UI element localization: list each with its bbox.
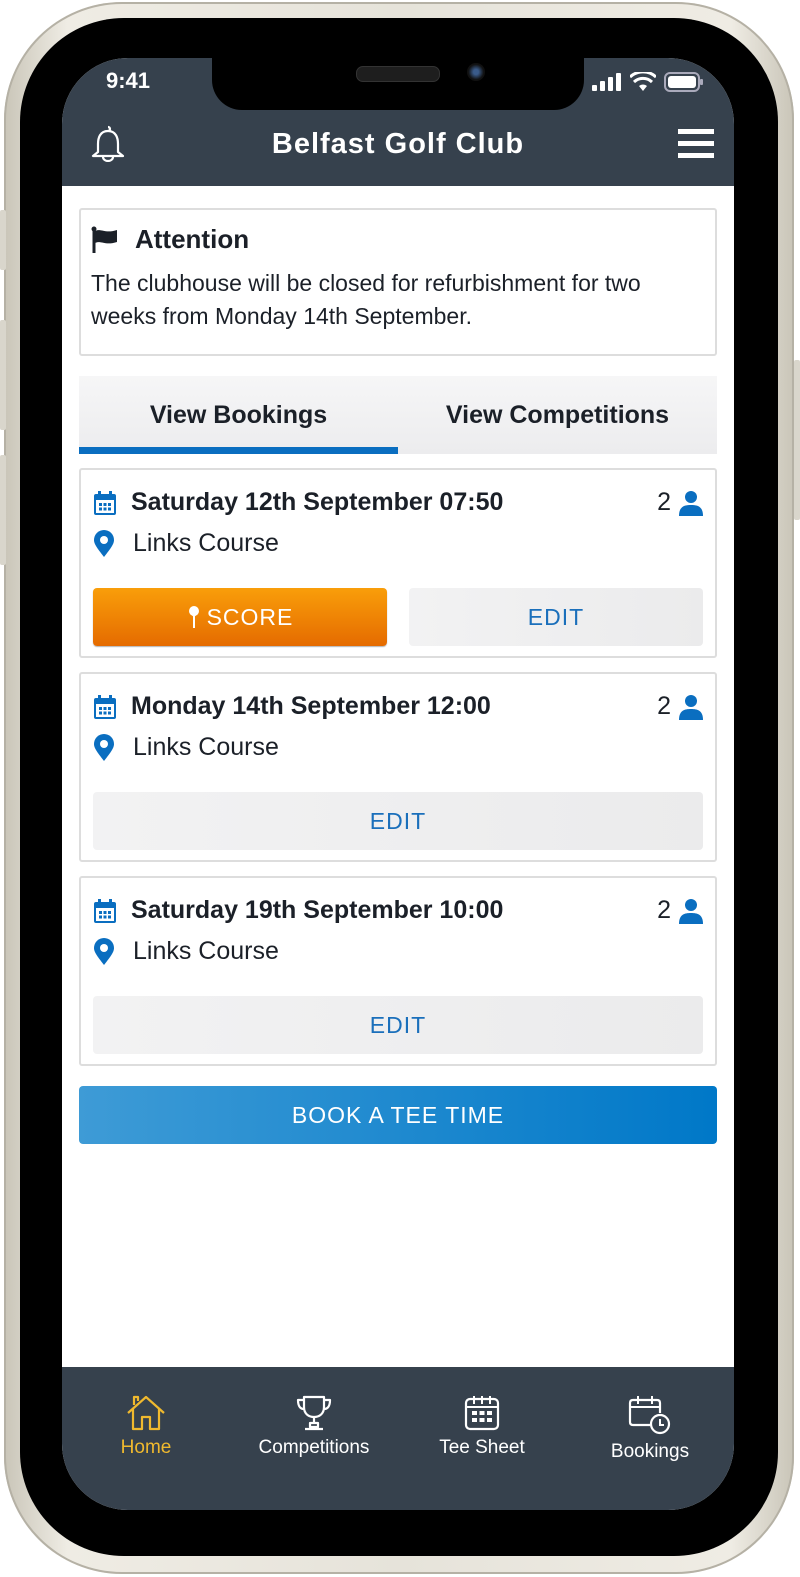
tabbar-item-bookings[interactable]: Bookings: [566, 1395, 734, 1510]
score-label: SCORE: [206, 603, 294, 630]
bottom-tab-bar: Home Competitions Tee Sheet Bookings: [62, 1367, 734, 1510]
tabbar-label: Home: [120, 1437, 172, 1458]
calendar-clock-icon: [628, 1396, 671, 1435]
booking-card: Saturday 19th September 10:00 2 Links Co…: [79, 876, 717, 1066]
booking-course: Links Course: [133, 937, 279, 965]
front-camera: [467, 63, 485, 81]
power-button: [794, 360, 800, 520]
tabbar-label: Tee Sheet: [439, 1437, 525, 1458]
volume-down-button: [0, 455, 6, 565]
tabbar-item-tee-sheet[interactable]: Tee Sheet: [398, 1395, 566, 1510]
notice-heading: Attention: [135, 224, 250, 254]
attention-notice: Attention The clubhouse will be closed f…: [79, 208, 717, 356]
status-time: 9:41: [106, 68, 151, 93]
player-count: 2: [657, 488, 671, 516]
booking-date: Saturday 12th September 07:50: [131, 488, 504, 516]
tabbar-label: Bookings: [610, 1441, 690, 1462]
wifi-icon: [630, 72, 656, 91]
booking-course: Links Course: [133, 529, 279, 557]
golf-tee-icon: [188, 606, 199, 628]
book-tee-time-button[interactable]: BOOK A TEE TIME: [79, 1086, 717, 1144]
tab-view-competitions[interactable]: View Competitions: [398, 376, 717, 454]
tabbar-item-competitions[interactable]: Competitions: [230, 1395, 398, 1510]
app-header: 9:41 Belfast Golf Club: [62, 58, 734, 186]
user-icon: [679, 490, 703, 516]
status-icons: [592, 72, 704, 92]
calendar-icon: [94, 490, 116, 515]
speaker: [356, 66, 440, 82]
screen: 9:41 Belfast Golf Club Attention The clu…: [62, 58, 734, 1510]
user-icon: [679, 898, 703, 924]
booking-card: Monday 14th September 12:00 2 Links Cour…: [79, 672, 717, 862]
player-count: 2: [657, 896, 671, 924]
notice-body: The clubhouse will be closed for refurbi…: [91, 270, 641, 329]
notch: [212, 58, 584, 110]
trophy-icon: [296, 1395, 332, 1431]
edit-button[interactable]: EDIT: [93, 996, 703, 1054]
main-content: Attention The clubhouse will be closed f…: [79, 208, 717, 1144]
tab-view-bookings[interactable]: View Bookings: [79, 376, 398, 454]
calendar-icon: [94, 898, 116, 923]
flag-icon: [91, 226, 117, 253]
booking-date: Saturday 19th September 10:00: [131, 896, 504, 924]
home-icon: [127, 1395, 165, 1431]
location-pin-icon: [94, 529, 114, 557]
battery-icon: [664, 72, 703, 92]
calendar-icon: [94, 694, 116, 719]
edit-button[interactable]: EDIT: [409, 588, 703, 646]
booking-date: Monday 14th September 12:00: [131, 692, 491, 720]
view-tabs: View Bookings View Competitions: [79, 376, 717, 454]
player-count: 2: [657, 692, 671, 720]
booking-course: Links Course: [133, 733, 279, 761]
volume-up-button: [0, 320, 6, 430]
tabbar-item-home[interactable]: Home: [62, 1395, 230, 1510]
edit-button[interactable]: EDIT: [93, 792, 703, 850]
tabbar-label: Competitions: [258, 1437, 370, 1458]
hamburger-menu-icon[interactable]: [678, 128, 714, 160]
mute-switch: [0, 210, 6, 270]
calendar-grid-icon: [464, 1396, 500, 1431]
signal-icon: [592, 73, 621, 91]
page-title: Belfast Golf Club: [271, 128, 525, 160]
location-pin-icon: [94, 937, 114, 965]
score-button[interactable]: SCORE: [93, 588, 387, 646]
booking-card: Saturday 12th September 07:50 2 Links Co…: [79, 468, 717, 658]
user-icon: [679, 694, 703, 720]
location-pin-icon: [94, 733, 114, 761]
